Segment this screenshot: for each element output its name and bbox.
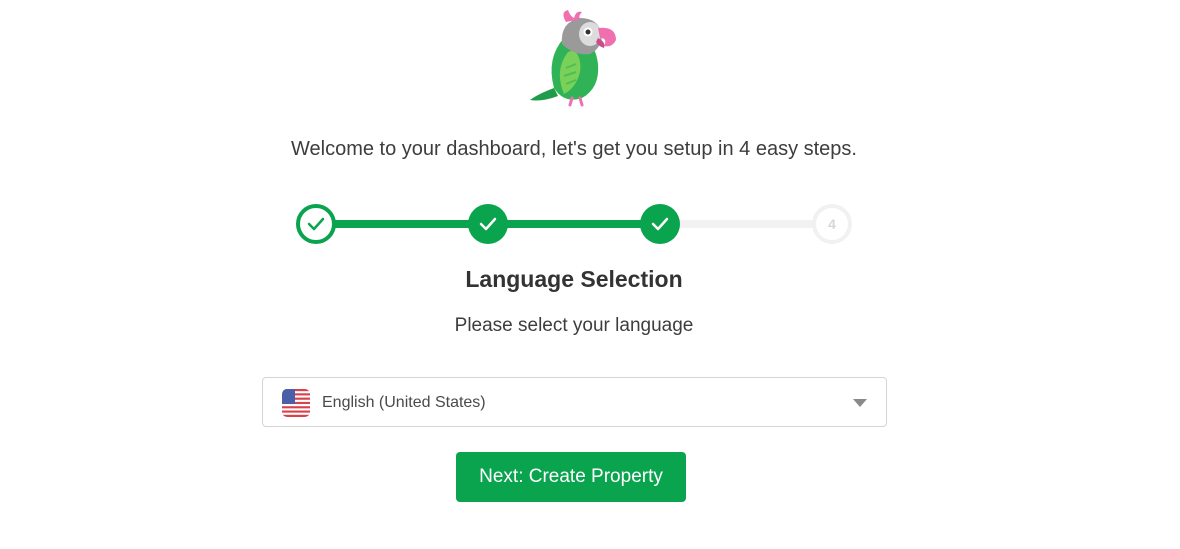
welcome-text: Welcome to your dashboard, let's get you… — [291, 138, 857, 160]
parrot-logo-icon — [530, 10, 616, 107]
stepper-track-2 — [488, 220, 660, 228]
step-2-completed — [468, 204, 508, 244]
step-1-completed — [296, 204, 336, 244]
language-select-value: English (United States) — [322, 394, 486, 411]
section-subtitle: Please select your language — [454, 315, 694, 336]
language-select[interactable]: English (United States) — [262, 377, 887, 427]
us-flag-icon — [282, 389, 310, 417]
check-icon — [651, 217, 669, 231]
step-3-completed — [640, 204, 680, 244]
stepper-track-3 — [660, 220, 832, 228]
section-title: Language Selection — [465, 266, 683, 292]
progress-stepper: 4 — [296, 204, 852, 244]
step-4-label: 4 — [828, 216, 836, 232]
next-create-property-button[interactable]: Next: Create Property — [456, 452, 686, 502]
check-icon — [307, 217, 325, 231]
stepper-track-1 — [316, 220, 488, 228]
onboarding-page: Welcome to your dashboard, let's get you… — [0, 0, 1180, 549]
chevron-down-icon[interactable] — [853, 399, 867, 407]
step-4-pending: 4 — [812, 204, 852, 244]
check-icon — [479, 217, 497, 231]
